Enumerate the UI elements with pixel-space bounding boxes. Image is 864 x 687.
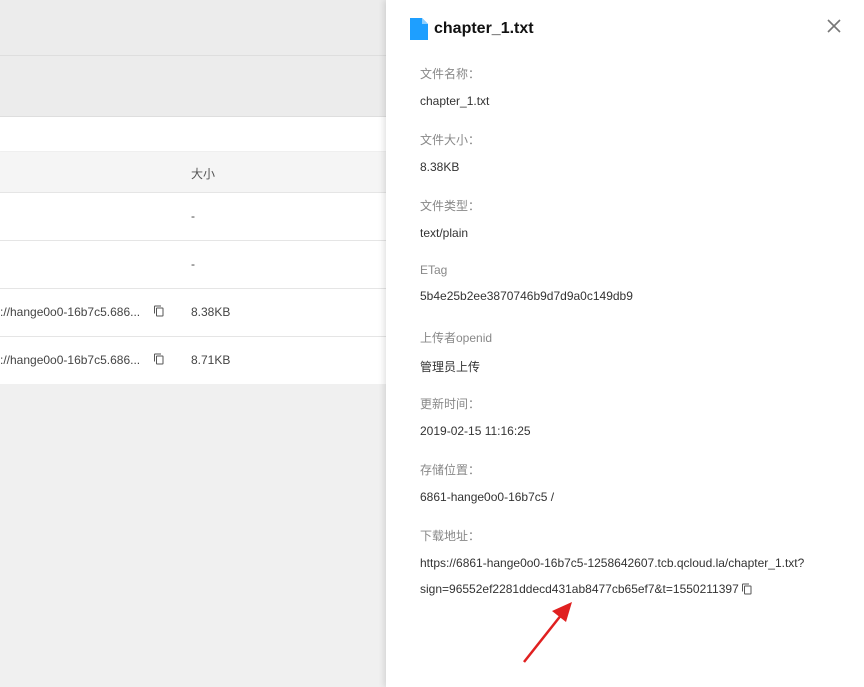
table-header: 大小 (0, 152, 386, 192)
copy-icon[interactable] (741, 583, 753, 595)
field-label: ETag (420, 263, 448, 277)
field-label: 文件大小： (420, 133, 481, 147)
field-download-url: 下载地址： https://6861-hange0o0-16b7c5-12586… (420, 527, 804, 596)
table-row[interactable]: ://hange0o0-16b7c5.686... 8.38KB (0, 288, 386, 336)
top-bar (0, 0, 386, 56)
page-background (0, 384, 386, 687)
field-value: chapter_1.txt (420, 94, 490, 108)
field-file-name: 文件名称： chapter_1.txt (420, 65, 489, 108)
copy-icon[interactable] (153, 305, 165, 317)
field-value: 2019-02-15 11:16:25 (420, 424, 531, 438)
field-value: 8.38KB (420, 160, 460, 174)
field-label: 下载地址： (420, 529, 481, 543)
cell-download-url: ://hange0o0-16b7c5.686... (0, 353, 141, 367)
cell-size: 8.38KB (191, 305, 231, 319)
field-label: 文件类型： (420, 199, 481, 213)
field-label: 上传者openid (420, 331, 493, 345)
download-url-line2-wrap: sign=96552ef2281ddecd431ab8477cb65ef7&t=… (420, 582, 804, 596)
cell-download-url: ://hange0o0-16b7c5.686... (0, 305, 141, 319)
field-file-size: 文件大小： 8.38KB (420, 131, 480, 174)
field-value: text/plain (420, 226, 469, 240)
copy-icon[interactable] (153, 353, 165, 365)
column-header-size: 大小 (191, 167, 216, 181)
field-label: 文件名称： (420, 67, 481, 81)
table-row[interactable]: ://hange0o0-16b7c5.686... 8.71KB (0, 336, 386, 384)
download-url-line2[interactable]: sign=96552ef2281ddecd431ab8477cb65ef7&t=… (420, 582, 739, 596)
field-etag: ETag 5b4e25b2ee3870746b9d7d9a0c149db9 (420, 263, 633, 303)
field-value: 5b4e25b2ee3870746b9d7d9a0c149db9 (420, 289, 633, 303)
field-label: 存储位置： (420, 463, 481, 477)
field-storage-location: 存储位置： 6861-hange0o0-16b7c5 / (420, 461, 554, 504)
field-file-type: 文件类型： text/plain (420, 197, 480, 240)
table-row[interactable]: - (0, 192, 386, 240)
download-url-line1[interactable]: https://6861-hange0o0-16b7c5-1258642607.… (420, 556, 804, 570)
toolbar (0, 56, 386, 117)
field-value: 管理员上传 (420, 360, 481, 374)
cell-size: 8.71KB (191, 353, 231, 367)
close-icon[interactable] (826, 18, 842, 34)
file-detail-panel: chapter_1.txt 文件名称： chapter_1.txt 文件大小： … (386, 0, 864, 687)
panel-header: chapter_1.txt (410, 17, 534, 41)
file-table: 大小 - - ://hange0o0-16b7c5.686... 8.38KB … (0, 152, 386, 384)
field-updated-time: 更新时间： 2019-02-15 11:16:25 (420, 395, 531, 438)
toolbar-spacer (0, 117, 386, 151)
cell-size: - (191, 209, 195, 223)
file-icon (410, 18, 428, 40)
table-row[interactable]: - (0, 240, 386, 288)
field-label: 更新时间： (420, 397, 481, 411)
cell-size: - (191, 257, 195, 271)
field-uploader: 上传者openid 管理员上传 (420, 329, 492, 375)
panel-title: chapter_1.txt (434, 20, 534, 37)
field-value: 6861-hange0o0-16b7c5 / (420, 490, 555, 504)
